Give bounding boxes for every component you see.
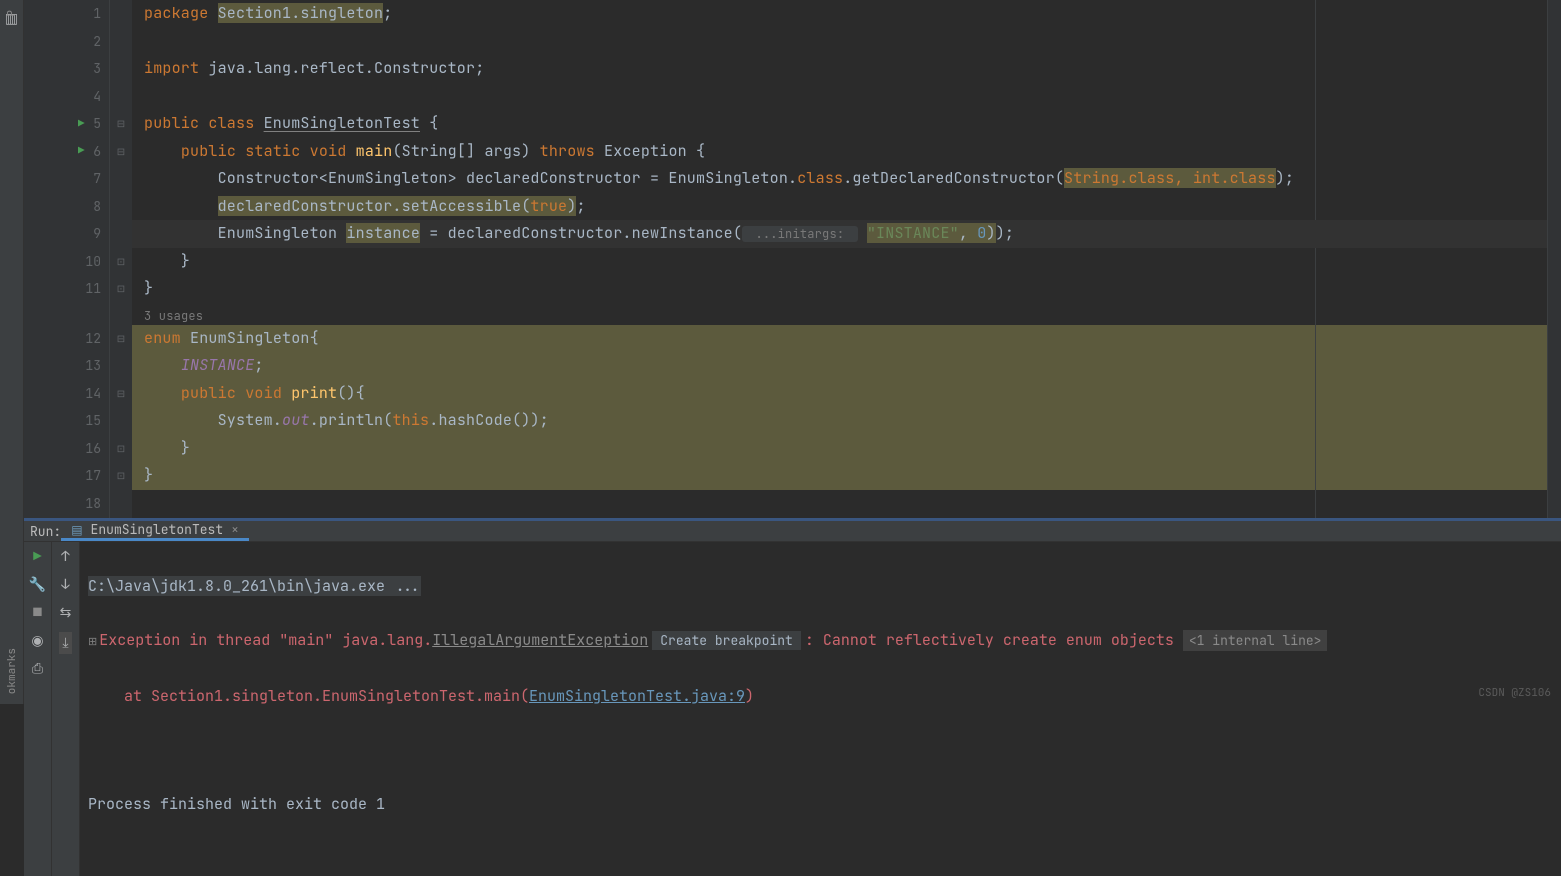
param-hint: ...initargs: — [742, 226, 858, 242]
run-header: Run: ▤ EnumSingletonTest × — [24, 521, 1561, 542]
fold-end-icon[interactable]: ⊡ — [110, 275, 132, 303]
fold-icon[interactable]: ⊟ — [110, 325, 132, 353]
run-title: Run: — [30, 523, 61, 540]
line-num: 9 — [69, 225, 101, 242]
line-num: 6 — [69, 143, 101, 160]
line-num: 2 — [69, 33, 101, 50]
line-num: 1 — [69, 5, 101, 22]
scroll-end-icon[interactable]: ⤓ — [59, 632, 71, 654]
stop-icon[interactable]: ■ — [33, 604, 41, 622]
run-tab-label: EnumSingletonTest — [91, 521, 224, 538]
fold-icon[interactable]: ⊟ — [110, 380, 132, 408]
line-num: 3 — [69, 60, 101, 77]
run-gutter-icon[interactable]: ▶ — [78, 117, 85, 131]
line-num: 13 — [69, 357, 101, 374]
command-line: C:\Java\jdk1.8.0_261\bin\java.exe ... — [88, 576, 421, 596]
editor-area: 1 2 3 4 5▶ 6▶ 7 8 9 10 11 12 13 14 15 16… — [24, 0, 1561, 518]
run-gutter-icon[interactable]: ▶ — [78, 144, 85, 158]
line-num: 5 — [69, 115, 101, 132]
soft-wrap-icon[interactable]: ⇆ — [60, 604, 72, 622]
run-toolbar-secondary: ↑ ↓ ⇆ ⤓ — [52, 542, 80, 876]
stacktrace-link[interactable]: EnumSingletonTest.java:9 — [529, 686, 745, 706]
create-breakpoint-button[interactable]: Create breakpoint — [652, 631, 801, 650]
fold-end-icon[interactable]: ⊡ — [110, 462, 132, 490]
line-num: 4 — [69, 88, 101, 105]
usages-inlay[interactable]: 3 usages — [132, 303, 1547, 325]
line-num: 12 — [69, 330, 101, 347]
run-tab[interactable]: ▤ EnumSingletonTest × — [61, 521, 249, 541]
process-status: Process finished with exit code 1 — [88, 791, 1553, 818]
wrench-icon[interactable]: 🔧 — [29, 576, 46, 594]
fold-icon[interactable]: ⊟ — [110, 110, 132, 138]
line-num: 11 — [69, 280, 101, 297]
fold-end-icon[interactable]: ⊡ — [110, 435, 132, 463]
up-icon[interactable]: ↑ — [61, 548, 69, 566]
run-toolbar-primary: ▶ 🔧 ■ ◉ ⎙ — [24, 542, 52, 876]
bookmarks-label[interactable]: okmarks — [5, 648, 19, 694]
close-icon[interactable]: × — [231, 521, 239, 538]
line-num: 7 — [69, 170, 101, 187]
fold-gutter[interactable]: ⊟ ⊟ ⊡ ⊡ ⊟ ⊟ ⊡ ⊡ — [110, 0, 132, 518]
camera-icon[interactable]: ◉ — [31, 632, 43, 650]
line-num: 17 — [69, 467, 101, 484]
expand-icon[interactable]: ⊞ — [88, 635, 97, 649]
run-panel: Run: ▤ EnumSingletonTest × ▶ 🔧 ■ ◉ ⎙ ↑ ↓ — [24, 518, 1561, 704]
console-output[interactable]: C:\Java\jdk1.8.0_261\bin\java.exe ... ⊞ E… — [80, 542, 1561, 876]
fold-icon[interactable]: ⊟ — [110, 138, 132, 166]
exception-link[interactable]: IllegalArgumentException — [432, 630, 648, 650]
line-num: 8 — [69, 198, 101, 215]
code-editor[interactable]: package Section1.singleton; import java.… — [132, 0, 1547, 518]
line-num: 10 — [69, 253, 101, 270]
line-num: 18 — [69, 495, 101, 512]
line-num: 16 — [69, 440, 101, 457]
line-num: 15 — [69, 412, 101, 429]
rerun-icon[interactable]: ▶ — [33, 548, 41, 566]
fold-end-icon[interactable]: ⊡ — [110, 248, 132, 276]
print-icon[interactable]: ⎙ — [32, 660, 43, 678]
internal-line-badge: <1 internal line> — [1183, 630, 1328, 651]
overview-ruler[interactable] — [1547, 0, 1561, 518]
project-label[interactable]: P — [5, 10, 19, 17]
left-tool-rail[interactable]: ▥ P okmarks — [0, 0, 24, 704]
line-number-gutter[interactable]: 1 2 3 4 5▶ 6▶ 7 8 9 10 11 12 13 14 15 16… — [24, 0, 110, 518]
config-icon: ▤ — [71, 522, 82, 538]
line-num: 14 — [69, 385, 101, 402]
watermark: CSDN @ZS106 — [1478, 686, 1551, 700]
down-icon[interactable]: ↓ — [61, 576, 69, 594]
